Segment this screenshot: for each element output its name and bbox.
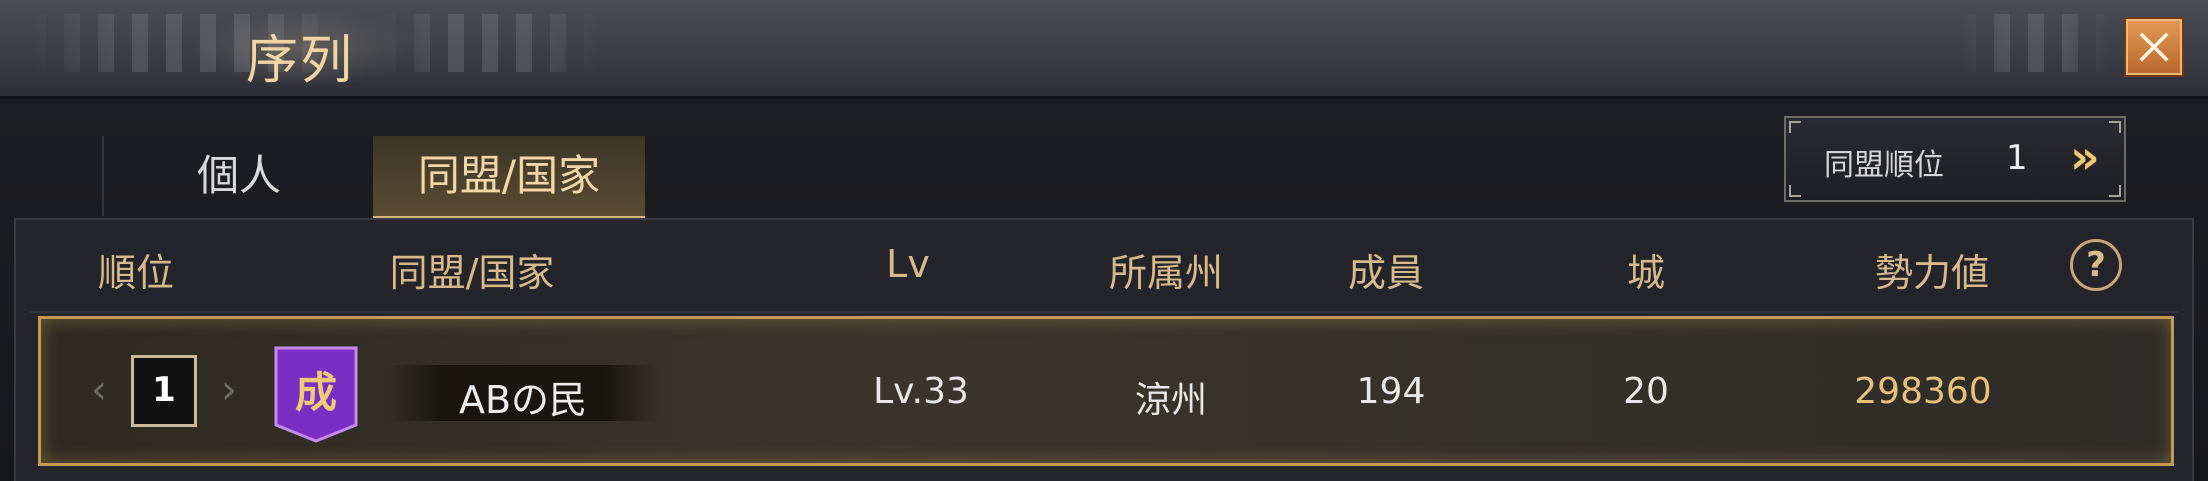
table-header: 順位 同盟/国家 Lv 所属州 成員 城 勢力値 ? (16, 220, 2192, 312)
alliance-cities: 20 (1623, 371, 1669, 412)
rank-wing-right: › (221, 367, 237, 413)
header-alliance: 同盟/国家 (389, 251, 555, 295)
emblem-char: 成 (294, 368, 337, 417)
header-level: Lv (886, 242, 930, 286)
page-title: 序列 (246, 31, 355, 91)
table-row[interactable]: ‹ 1 › 成 ABの民 Lv.33 涼州 194 20 298360 (38, 316, 2174, 466)
tab-personal[interactable]: 個人 (102, 136, 374, 216)
ranking-table: 順位 同盟/国家 Lv 所属州 成員 城 勢力値 ? ‹ 1 › 成 ABの民 … (14, 218, 2194, 481)
rank-badge: 1 (131, 355, 197, 427)
alliance-power: 298360 (1854, 371, 1992, 412)
header-rank: 順位 (97, 251, 174, 295)
double-chevron-right-icon[interactable]: » (2070, 130, 2100, 184)
alliance-rank-value: 1 (2006, 138, 2028, 178)
alliance-rank-label: 同盟順位 (1824, 148, 1944, 183)
alliance-name: ABの民 (458, 378, 588, 422)
header-cities: 城 (1626, 251, 1665, 295)
close-button[interactable] (2124, 17, 2184, 77)
alliance-level: Lv.33 (873, 371, 969, 412)
alliance-emblem: 成 (273, 345, 359, 443)
alliance-rank-button[interactable]: 同盟順位 1 » (1784, 116, 2126, 202)
header-members: 成員 (1347, 251, 1424, 295)
close-icon (2139, 32, 2169, 62)
alliance-members: 194 (1356, 371, 1426, 412)
header-power: 勢力値 (1874, 251, 1989, 295)
help-icon[interactable]: ? (2070, 239, 2122, 291)
tab-alliance-nation[interactable]: 同盟/国家 (373, 136, 645, 219)
rank-wing-left: ‹ (91, 367, 107, 413)
title-ornament-far-right (1960, 14, 2110, 72)
alliance-state: 涼州 (1134, 380, 1207, 421)
header-state: 所属州 (1108, 251, 1223, 295)
title-bar: 序列 (0, 0, 2208, 99)
